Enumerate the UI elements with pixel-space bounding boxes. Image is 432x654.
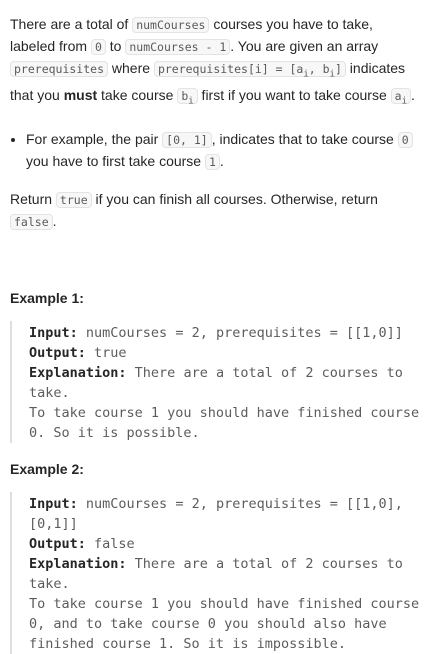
intro-paragraph: There are a total of numCourses courses … <box>10 14 420 113</box>
example-2-block: Input: numCourses = 2, prerequisites = [… <box>10 491 420 654</box>
example-list: For example, the pair [0, 1], indicates … <box>10 129 420 173</box>
intro-text: where <box>108 60 154 76</box>
inline-code-zero: 0 <box>397 131 413 148</box>
example-output-line: Output: true <box>29 343 420 363</box>
bullet-text: For example, the pair <box>26 130 163 147</box>
inline-code-numcourses: numCourses <box>132 17 210 33</box>
problem-description: There are a total of numCourses courses … <box>10 14 420 654</box>
inline-code-true: true <box>55 191 92 208</box>
return-text: if you can finish all courses. Otherwise… <box>91 190 378 207</box>
subscript: i <box>401 96 408 107</box>
output-value: true <box>85 344 127 361</box>
inline-code-range-end: numCourses - 1 <box>125 39 231 55</box>
example-1-title: Example 1: <box>10 289 84 306</box>
output-value: false <box>85 535 135 552</box>
output-label: Output: <box>29 535 86 552</box>
intro-text: take course <box>97 87 178 104</box>
example-input-line: Input: numCourses = 2, prerequisites = [… <box>29 494 420 534</box>
bullet-text: you have to first take course <box>26 152 205 169</box>
inline-code-zero: 0 <box>90 39 106 55</box>
intro-text: to <box>105 38 126 54</box>
intro-text: first if you want to take course <box>197 87 391 104</box>
example-2-title: Example 2: <box>10 460 84 477</box>
return-text: . <box>52 212 57 229</box>
emphasis-must: must <box>63 87 98 104</box>
bullet-text: , indicates that to take course <box>211 130 398 147</box>
subscript: i <box>188 96 194 107</box>
return-paragraph: Return true if you can finish all course… <box>10 189 420 233</box>
bullet-text: . <box>219 152 224 169</box>
inline-code-false: false <box>10 213 53 230</box>
explanation-continued: To take course 1 you should have finishe… <box>29 595 420 652</box>
intro-text: . You are given an array <box>230 38 379 54</box>
inline-code-prerequisites-def: prerequisites[i] = [ai, bi] <box>153 61 346 79</box>
code-text: prerequisites[i] = [a <box>157 62 304 76</box>
inline-code-pair: [0, 1] <box>162 131 212 148</box>
input-label: Input: <box>29 324 78 341</box>
intro-text: There are a total of <box>10 16 133 32</box>
code-text: ] <box>334 62 342 76</box>
input-value: numCourses = 2, prerequisites = [[1,0]] <box>77 324 403 341</box>
example-input-line: Input: numCourses = 2, prerequisites = [… <box>29 323 420 343</box>
code-text: a <box>394 89 402 104</box>
explanation-continued: To take course 1 you should have finishe… <box>29 404 420 441</box>
intro-text: . <box>411 87 415 104</box>
output-label: Output: <box>29 344 86 361</box>
inline-code-a: ai <box>390 88 412 107</box>
code-text: , b <box>308 62 330 76</box>
input-label: Input: <box>29 495 78 512</box>
input-value: numCourses = 2, prerequisites = [[1,0],[… <box>29 495 403 532</box>
inline-code-prerequisites: prerequisites <box>10 61 109 77</box>
example-explanation-line: Explanation: There are a total of 2 cour… <box>29 554 420 594</box>
explanation-label: Explanation: <box>29 555 127 572</box>
example-output-line: Output: false <box>29 534 420 554</box>
explanation-label: Explanation: <box>29 364 127 381</box>
inline-code-b: bi <box>177 88 198 107</box>
return-text: Return <box>10 190 56 207</box>
inline-code-one: 1 <box>204 153 220 170</box>
example-explanation-line: Explanation: There are a total of 2 cour… <box>29 363 420 403</box>
example-1-block: Input: numCourses = 2, prerequisites = [… <box>10 320 420 443</box>
list-item: For example, the pair [0, 1], indicates … <box>26 129 420 173</box>
